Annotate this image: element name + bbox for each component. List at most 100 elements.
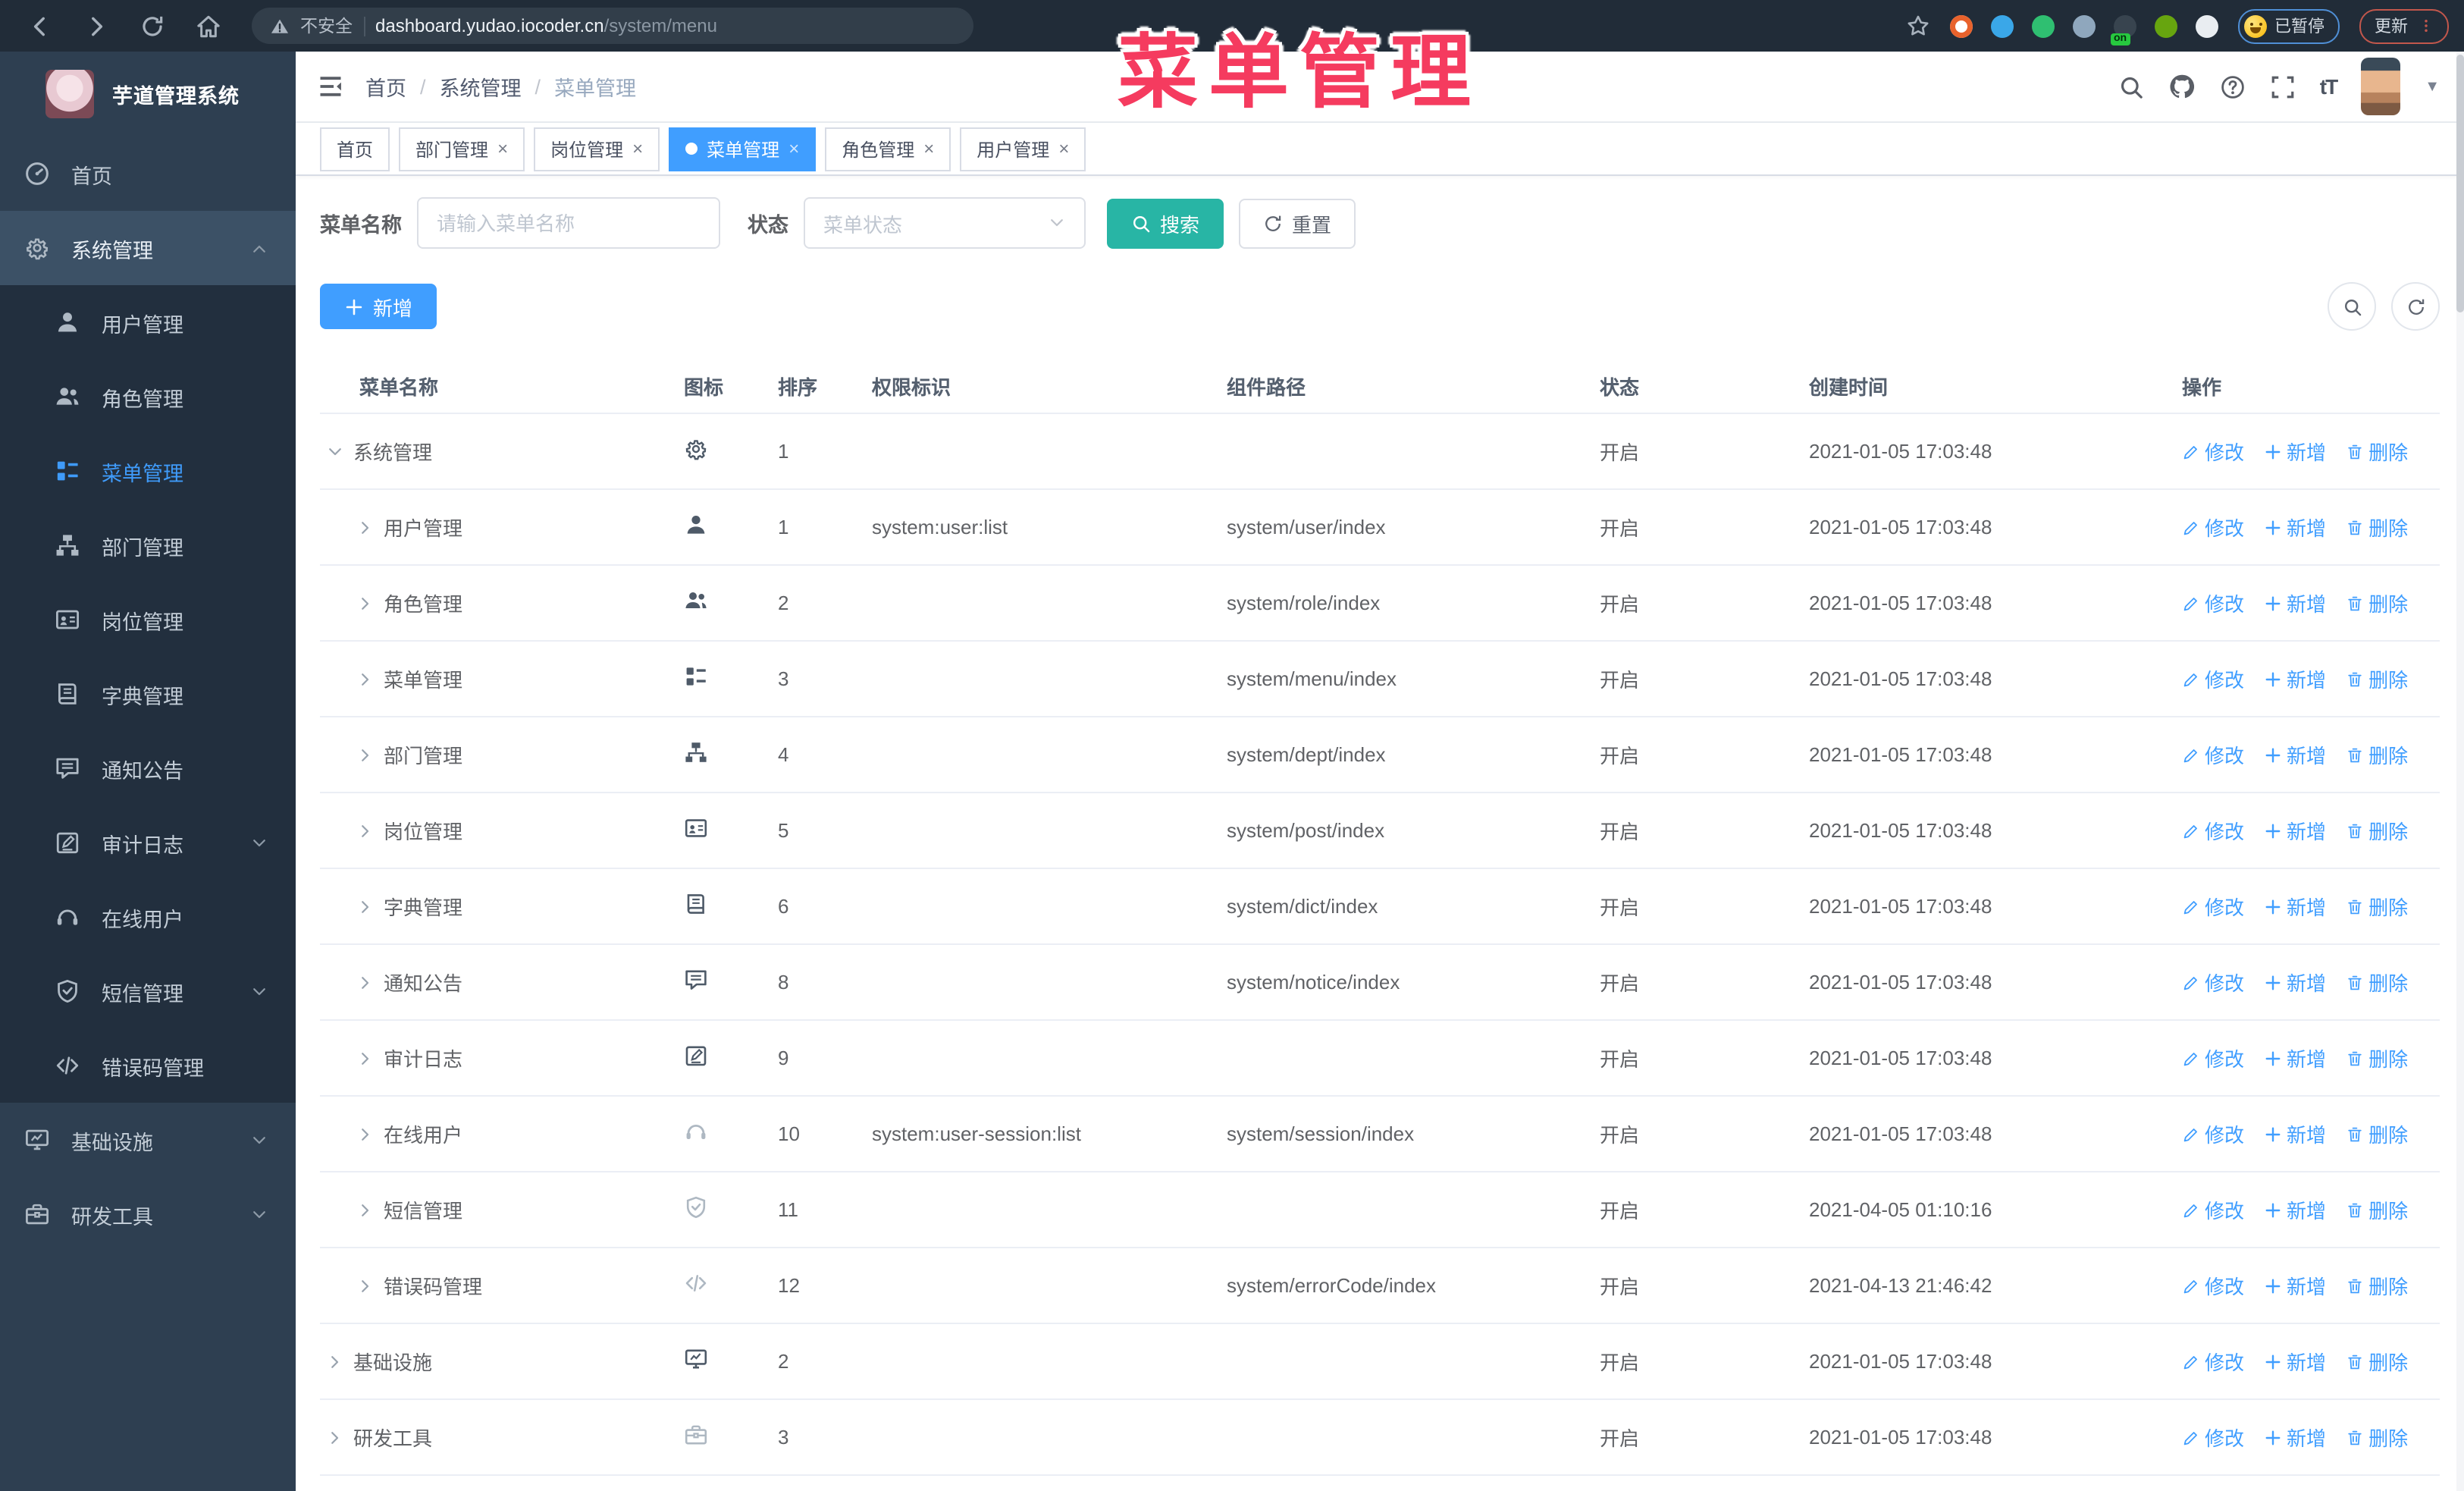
home-icon[interactable] (196, 13, 221, 39)
row-action-删除[interactable]: 删除 (2346, 968, 2408, 997)
refresh-table-button[interactable] (2391, 282, 2440, 331)
sidebar-item-短信管理[interactable]: 短信管理 (0, 954, 296, 1028)
menu-name-input[interactable] (417, 197, 720, 249)
sidebar-item-首页[interactable]: 首页 (0, 137, 296, 211)
ext-blue-gem-icon[interactable] (1991, 14, 2014, 37)
ext-green-check-icon[interactable] (2032, 14, 2055, 37)
add-button[interactable]: 新增 (320, 284, 437, 329)
back-icon[interactable] (27, 13, 53, 39)
row-action-修改[interactable]: 修改 (2182, 968, 2244, 997)
row-action-修改[interactable]: 修改 (2182, 437, 2244, 466)
reload-icon[interactable] (140, 13, 165, 39)
sidebar-item-字典管理[interactable]: 字典管理 (0, 657, 296, 731)
row-action-删除[interactable]: 删除 (2346, 740, 2408, 769)
row-action-删除[interactable]: 删除 (2346, 1195, 2408, 1224)
address-bar[interactable]: 不安全 dashboard.yudao.iocoder.cn/system/me… (252, 8, 973, 44)
sidebar-item-在线用户[interactable]: 在线用户 (0, 880, 296, 954)
tab-close-icon[interactable]: × (497, 140, 508, 158)
help-icon[interactable] (2220, 74, 2246, 99)
sidebar-item-用户管理[interactable]: 用户管理 (0, 285, 296, 359)
row-action-修改[interactable]: 修改 (2182, 740, 2244, 769)
tab-close-icon[interactable]: × (923, 140, 934, 158)
search-button[interactable]: 搜索 (1107, 198, 1224, 248)
row-action-新增[interactable]: 新增 (2264, 589, 2326, 617)
row-action-修改[interactable]: 修改 (2182, 589, 2244, 617)
row-action-删除[interactable]: 删除 (2346, 1423, 2408, 1452)
sidebar-item-菜单管理[interactable]: 菜单管理 (0, 434, 296, 508)
sidebar-item-基础设施[interactable]: 基础设施 (0, 1103, 296, 1177)
row-action-新增[interactable]: 新增 (2264, 513, 2326, 541)
avatar[interactable] (2361, 58, 2401, 115)
forward-icon[interactable] (83, 13, 109, 39)
row-action-修改[interactable]: 修改 (2182, 1347, 2244, 1376)
sidebar-item-部门管理[interactable]: 部门管理 (0, 508, 296, 582)
page-scrollbar[interactable] (2456, 52, 2464, 1491)
row-action-修改[interactable]: 修改 (2182, 1044, 2244, 1072)
browser-menu-dots-icon[interactable] (2419, 17, 2434, 35)
row-action-删除[interactable]: 删除 (2346, 437, 2408, 466)
sidebar-item-审计日志[interactable]: 审计日志 (0, 805, 296, 880)
avatar-caret-down-icon[interactable]: ▼ (2425, 78, 2440, 95)
tab-岗位管理[interactable]: 岗位管理 × (534, 127, 660, 171)
row-action-删除[interactable]: 删除 (2346, 1347, 2408, 1376)
row-action-新增[interactable]: 新增 (2264, 664, 2326, 693)
row-action-删除[interactable]: 删除 (2346, 664, 2408, 693)
row-action-新增[interactable]: 新增 (2264, 1044, 2326, 1072)
ext-green-frog-icon[interactable] (2155, 14, 2177, 37)
ext-blue-tabs-icon[interactable] (2073, 14, 2096, 37)
row-action-修改[interactable]: 修改 (2182, 1423, 2244, 1452)
tab-close-icon[interactable]: × (632, 140, 643, 158)
search-icon[interactable] (2118, 74, 2144, 99)
tab-close-icon[interactable]: × (788, 140, 799, 158)
tab-角色管理[interactable]: 角色管理 × (825, 127, 951, 171)
fullscreen-icon[interactable] (2270, 74, 2296, 99)
tab-首页[interactable]: 首页 (320, 127, 390, 171)
sidebar-item-通知公告[interactable]: 通知公告 (0, 731, 296, 805)
row-action-删除[interactable]: 删除 (2346, 589, 2408, 617)
row-action-新增[interactable]: 新增 (2264, 892, 2326, 921)
tab-部门管理[interactable]: 部门管理 × (399, 127, 525, 171)
row-action-修改[interactable]: 修改 (2182, 664, 2244, 693)
sidebar-item-研发工具[interactable]: 研发工具 (0, 1177, 296, 1251)
row-action-新增[interactable]: 新增 (2264, 437, 2326, 466)
row-action-删除[interactable]: 删除 (2346, 892, 2408, 921)
tab-菜单管理[interactable]: 菜单管理 × (669, 127, 817, 171)
row-action-新增[interactable]: 新增 (2264, 1195, 2326, 1224)
ext-dark-on-icon[interactable]: on (2111, 14, 2136, 45)
row-action-删除[interactable]: 删除 (2346, 816, 2408, 845)
row-action-新增[interactable]: 新增 (2264, 740, 2326, 769)
update-button[interactable]: 更新 (2359, 8, 2449, 43)
row-action-删除[interactable]: 删除 (2346, 1044, 2408, 1072)
tab-close-icon[interactable]: × (1058, 140, 1069, 158)
row-action-新增[interactable]: 新增 (2264, 1423, 2326, 1452)
sidebar-item-岗位管理[interactable]: 岗位管理 (0, 582, 296, 657)
row-action-新增[interactable]: 新增 (2264, 1119, 2326, 1148)
bookmark-star-icon[interactable] (1906, 14, 1930, 38)
sidebar-item-系统管理[interactable]: 系统管理 (0, 211, 296, 285)
show-search-toggle-button[interactable] (2328, 282, 2376, 331)
ext-puzzle-icon[interactable] (2196, 14, 2218, 37)
breadcrumb-home[interactable]: 首页 (365, 71, 406, 102)
row-action-修改[interactable]: 修改 (2182, 1271, 2244, 1300)
row-action-修改[interactable]: 修改 (2182, 816, 2244, 845)
row-action-删除[interactable]: 删除 (2346, 1119, 2408, 1148)
font-size-icon[interactable]: tT (2320, 74, 2338, 99)
row-action-新增[interactable]: 新增 (2264, 968, 2326, 997)
row-action-新增[interactable]: 新增 (2264, 1271, 2326, 1300)
row-action-新增[interactable]: 新增 (2264, 1347, 2326, 1376)
row-action-修改[interactable]: 修改 (2182, 892, 2244, 921)
github-icon[interactable] (2168, 73, 2196, 100)
paused-badge[interactable]: 已暂停 (2238, 8, 2340, 43)
tab-用户管理[interactable]: 用户管理 × (960, 127, 1086, 171)
breadcrumb-system[interactable]: 系统管理 (440, 71, 522, 102)
row-action-修改[interactable]: 修改 (2182, 1119, 2244, 1148)
row-action-修改[interactable]: 修改 (2182, 513, 2244, 541)
row-action-删除[interactable]: 删除 (2346, 513, 2408, 541)
ext-orange-ring-icon[interactable] (1950, 14, 1973, 37)
sidebar-item-角色管理[interactable]: 角色管理 (0, 359, 296, 434)
reset-button[interactable]: 重置 (1239, 198, 1356, 248)
row-action-删除[interactable]: 删除 (2346, 1271, 2408, 1300)
sidebar-item-错误码管理[interactable]: 错误码管理 (0, 1028, 296, 1103)
scrollbar-thumb[interactable] (2456, 55, 2464, 312)
status-select[interactable]: 菜单状态 (804, 197, 1086, 249)
